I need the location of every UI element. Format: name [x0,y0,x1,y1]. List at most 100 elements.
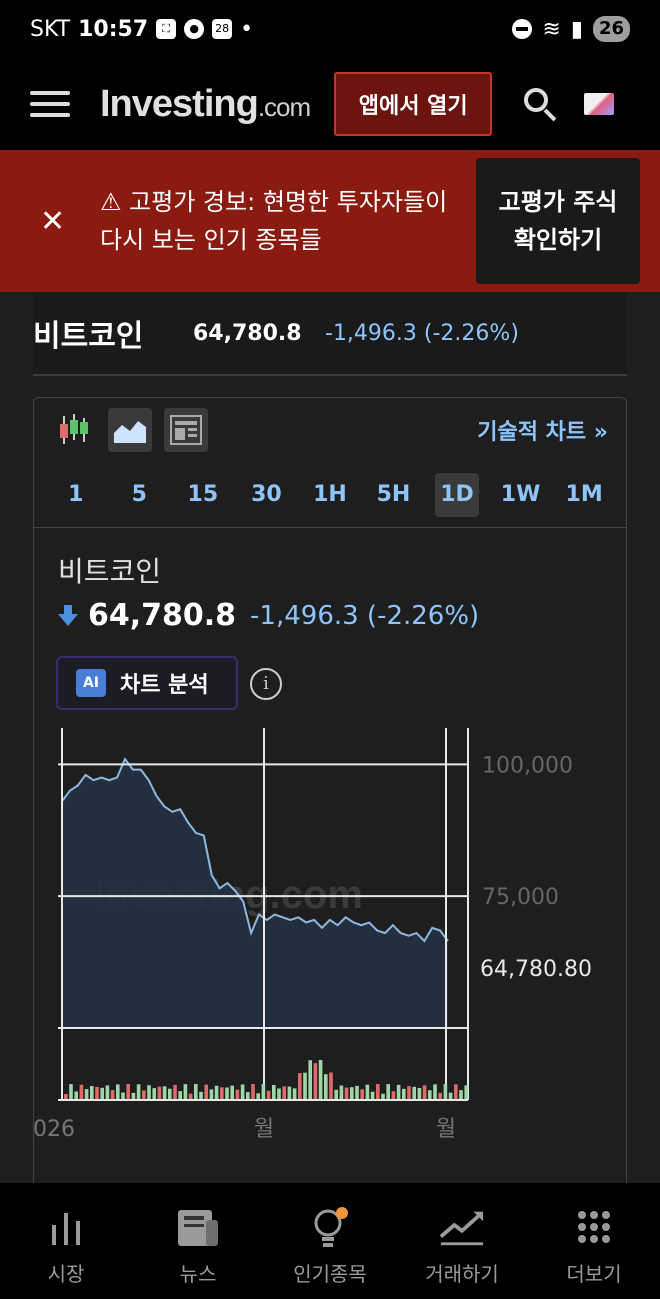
timeframe-1h[interactable]: 1H [308,473,352,517]
volume-bar [448,1092,453,1100]
volume-bar [220,1087,224,1100]
nav-label: 더보기 [566,1261,622,1286]
timeframe-1d[interactable]: 1D [435,472,480,517]
instrument-price: 64,780.8 [193,320,302,346]
volume-bar [84,1089,89,1100]
y-tick-label: 75,000 [482,885,559,910]
volume-bar [433,1084,437,1100]
overvalue-alert-banner: ✕ ⚠ 고평가 경보: 현명한 투자자들이 다시 보는 인기 종목들 고평가 주… [0,150,660,292]
nav-label: 시장 [47,1261,85,1286]
area-chart-icon[interactable] [108,408,152,452]
volume-bar [90,1086,94,1100]
nav-label: 뉴스 [179,1261,217,1286]
volume-bar [69,1084,73,1100]
volume-bar [370,1091,375,1100]
volume-bar [199,1091,203,1100]
nav-item-3[interactable]: 거래하기 [402,1204,522,1287]
volume-bar [162,1086,167,1100]
region-flag-icon[interactable] [584,93,615,115]
lightbulb-icon [307,1204,353,1250]
x-tick-label: 월 [436,1117,456,1142]
volume-bar [376,1084,380,1100]
volume-bar [183,1084,188,1100]
volume-bar [417,1088,422,1100]
battery-indicator: 26 [592,16,630,42]
volume-bar [386,1084,390,1100]
search-icon[interactable] [522,86,558,122]
volume-bar [365,1084,370,1100]
volume-bar [251,1084,255,1100]
timeframe-30[interactable]: 30 [244,473,288,517]
volume-bar [136,1084,141,1100]
wifi-icon: ≋ [542,16,561,42]
open-in-app-button[interactable]: 앱에서 열기 [334,72,493,136]
volume-bar [157,1086,162,1100]
volume-bar [313,1063,318,1100]
screenshot-icon: ⛶ [156,19,177,39]
volume-bar [329,1072,333,1100]
timeframe-1m[interactable]: 1M [562,473,606,517]
volume-bar [225,1087,229,1100]
volume-bar [147,1085,151,1100]
volume-bar [360,1089,364,1100]
volume-bar [324,1074,328,1100]
table-view-icon[interactable] [164,408,208,452]
volume-bar [194,1084,198,1100]
app-header: Investing.com 앱에서 열기 [0,58,660,150]
info-icon[interactable]: i [250,668,282,700]
volume-bar [464,1085,468,1100]
volume-bar [110,1090,115,1100]
volume-bar [142,1090,146,1100]
volume-bar [79,1084,84,1100]
signal-icon: ▮ [570,16,583,42]
volume-bar [131,1092,136,1100]
volume-bar [105,1085,110,1100]
y-tick-label: 100,000 [482,753,573,778]
volume-bar [412,1086,416,1100]
instrument-change: -1,496.3 (-2.26%) [325,320,519,346]
trend-up-icon [439,1204,485,1250]
close-icon[interactable]: ✕ [40,204,70,239]
technical-chart-link[interactable]: 기술적 차트 » [477,414,608,446]
candlestick-icon[interactable] [52,408,96,452]
nav-item-1[interactable]: 뉴스 [138,1204,258,1287]
menu-icon[interactable] [30,91,70,117]
dnd-icon [512,19,533,39]
x-tick-label: 026 [34,1117,75,1142]
timeframe-5h[interactable]: 5H [372,473,416,517]
alert-cta-button[interactable]: 고평가 주식 확인하기 [476,158,640,284]
volume-bar [204,1084,208,1100]
volume-bar [344,1087,349,1100]
volume-bar [407,1086,411,1100]
timeframe-1w[interactable]: 1W [499,473,543,517]
chart-title: 비트코인 [58,555,162,588]
chart-card: 기술적 차트 » 1 5 15 30 1H 5H 1D 1W 1M 비트코인 64,780.8 … [33,397,627,1217]
volume-bar [173,1084,177,1100]
ai-chart-analysis-button[interactable]: AI 차트 분석 [56,656,238,710]
volume-bar [355,1085,359,1100]
investing-logo[interactable]: Investing.com [100,83,311,126]
volume-bar [95,1087,99,1100]
volume-bar [459,1090,463,1100]
volume-bar [230,1085,234,1100]
volume-bar [121,1092,125,1100]
volume-bar [308,1060,312,1100]
volume-bar [74,1091,78,1100]
last-price-label: 64,780.80 [480,957,592,982]
nav-item-2[interactable]: 인기종목 [270,1204,390,1287]
down-arrow-icon [58,604,78,626]
volume-bar [318,1060,323,1100]
quote-strip: 비트코인 64,780.8 -1,496.3 (-2.26%) [33,292,627,376]
price-chart[interactable]: Investing.com100,00075,00064,780.80026월월 [34,728,628,1148]
volume-bar [152,1088,156,1100]
nav-item-0[interactable]: 시장 [6,1204,126,1287]
timeframe-5[interactable]: 5 [117,473,161,517]
volume-bar [100,1087,104,1100]
timeframe-15[interactable]: 15 [181,473,225,517]
timeframe-1[interactable]: 1 [54,473,98,517]
volume-bar [178,1091,182,1100]
instrument-name: 비트코인 [33,319,144,354]
volume-bar [428,1090,432,1100]
volume-bar [402,1088,406,1100]
nav-item-4[interactable]: 더보기 [534,1204,654,1287]
